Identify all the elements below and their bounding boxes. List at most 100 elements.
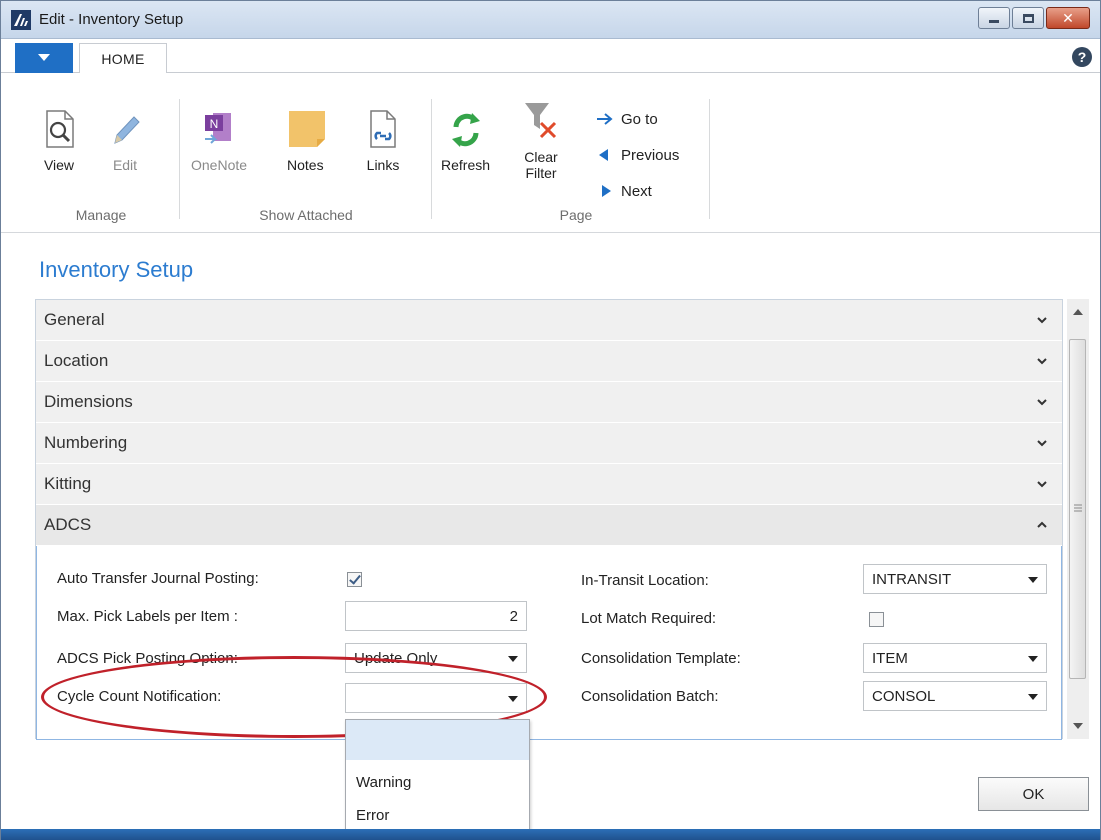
dropdown-option-blank[interactable] [346,720,529,760]
minimize-icon [989,19,999,23]
fasttab-numbering[interactable]: Numbering [36,423,1062,464]
vertical-scrollbar[interactable] [1067,299,1089,739]
close-icon: ✕ [1062,10,1074,26]
links-button[interactable]: Links [365,109,401,173]
auto-transfer-checkbox[interactable] [347,572,362,587]
chevron-down-icon [1037,481,1047,488]
in-transit-location-select[interactable]: INTRANSIT [863,564,1047,594]
app-menu-button[interactable] [15,43,73,73]
lot-match-required-checkbox[interactable] [869,612,884,627]
consolidation-batch-label: Consolidation Batch: [581,688,719,705]
in-transit-location-value: INTRANSIT [872,570,952,588]
cycle-count-dropdown-list: Warning Error [345,719,530,840]
scroll-down-icon[interactable] [1073,723,1083,729]
dropdown-option-error[interactable]: Error [346,799,529,832]
fasttab-dimensions[interactable]: Dimensions [36,382,1062,423]
edit-button[interactable]: Edit [107,109,143,173]
tab-home[interactable]: HOME [79,43,167,74]
view-button[interactable]: View [41,109,77,173]
onenote-icon: N [201,109,237,149]
chevron-down-icon [1037,317,1047,324]
window-controls: ✕ [978,7,1090,29]
clear-filter-icon [523,101,559,141]
close-button[interactable]: ✕ [1046,7,1090,29]
cycle-count-notification-label: Cycle Count Notification: [57,688,222,705]
view-icon [41,109,77,149]
dropdown-arrow-icon [1028,577,1038,583]
fasttab-label: ADCS [44,515,92,534]
minimize-button[interactable] [978,7,1010,29]
fasttab-label: Location [44,351,109,370]
clear-filter-label-line2: Filter [525,165,557,181]
scrollbar-thumb[interactable] [1069,339,1086,679]
ribbon-tabstrip: HOME ? [1,39,1100,74]
max-pick-labels-input[interactable]: 2 [345,601,527,631]
help-icon[interactable]: ? [1072,47,1092,67]
nav-list: Go to Previous Next [597,101,679,209]
notes-label: Notes [287,157,324,173]
clear-filter-button[interactable]: Clear Filter [523,101,559,181]
consolidation-template-select[interactable]: ITEM [863,643,1047,673]
fasttab-label: General [44,310,105,329]
links-icon [365,109,401,149]
pick-posting-option-select[interactable]: Update Only [345,643,527,673]
ribbon: View Edit Manage N OneNote Notes Links S… [1,73,1100,233]
ok-button[interactable]: OK [978,777,1089,811]
dropdown-arrow-icon [508,696,518,702]
consolidation-batch-select[interactable]: CONSOL [863,681,1047,711]
consolidation-batch-value: CONSOL [872,687,936,705]
adcs-section: Auto Transfer Journal Posting: Max. Pick… [36,546,1062,740]
notes-icon [287,109,326,149]
page-title: Inventory Setup [39,257,194,282]
previous-label: Previous [621,146,680,164]
fasttab-label: Numbering [44,433,128,452]
chevron-up-icon [1037,521,1047,528]
go-to-button[interactable]: Go to [597,101,679,137]
refresh-icon [448,109,484,149]
group-label-manage: Manage [75,207,127,223]
dropdown-arrow-icon [508,656,518,662]
go-to-label: Go to [621,110,658,128]
chevron-down-icon [1037,399,1047,406]
notes-button[interactable]: Notes [287,109,326,173]
maximize-icon [1022,13,1034,23]
onenote-label: OneNote [191,157,248,173]
dropdown-option-warning[interactable]: Warning [346,766,529,799]
dropdown-arrow-icon [1028,656,1038,662]
clear-filter-label-line1: Clear [524,149,558,165]
cycle-count-notification-select[interactable] [345,683,527,713]
dropdown-arrow-icon [1028,694,1038,700]
scroll-up-icon[interactable] [1073,309,1083,315]
edit-label: Edit [112,157,138,173]
pick-posting-option-label: ADCS Pick Posting Option: [57,650,238,667]
ribbon-separator [431,99,432,219]
next-button[interactable]: Next [597,173,679,209]
ribbon-separator [709,99,710,219]
chevron-down-icon [1037,440,1047,447]
refresh-button[interactable]: Refresh [441,109,490,173]
next-triangle-icon [602,185,611,197]
ribbon-group-manage: View Edit Manage [31,73,171,233]
dropdown-triangle-icon [38,54,50,61]
fasttabs-container: General Location Dimensions Numbering Ki… [35,299,1063,740]
previous-button[interactable]: Previous [597,137,679,173]
next-label: Next [621,182,652,200]
onenote-button[interactable]: N OneNote [191,109,247,173]
fasttab-location[interactable]: Location [36,341,1062,382]
group-label-show-attached: Show Attached [259,207,353,223]
fasttab-general[interactable]: General [36,300,1062,341]
svg-text:N: N [210,117,219,131]
consolidation-template-label: Consolidation Template: [581,650,741,667]
ribbon-group-show-attached: N OneNote Notes Links Show Attached [191,73,421,233]
app-window: Edit - Inventory Setup ✕ HOME ? View Edi… [0,0,1101,840]
previous-triangle-icon [599,149,608,161]
app-logo-icon [11,10,31,30]
fasttab-adcs[interactable]: ADCS [36,505,1062,546]
refresh-label: Refresh [441,157,491,173]
in-transit-location-label: In-Transit Location: [581,572,709,589]
fasttab-kitting[interactable]: Kitting [36,464,1062,505]
group-label-page: Page [559,207,593,223]
arrow-right-icon [597,113,613,125]
consolidation-template-value: ITEM [872,649,908,667]
maximize-button[interactable] [1012,7,1044,29]
